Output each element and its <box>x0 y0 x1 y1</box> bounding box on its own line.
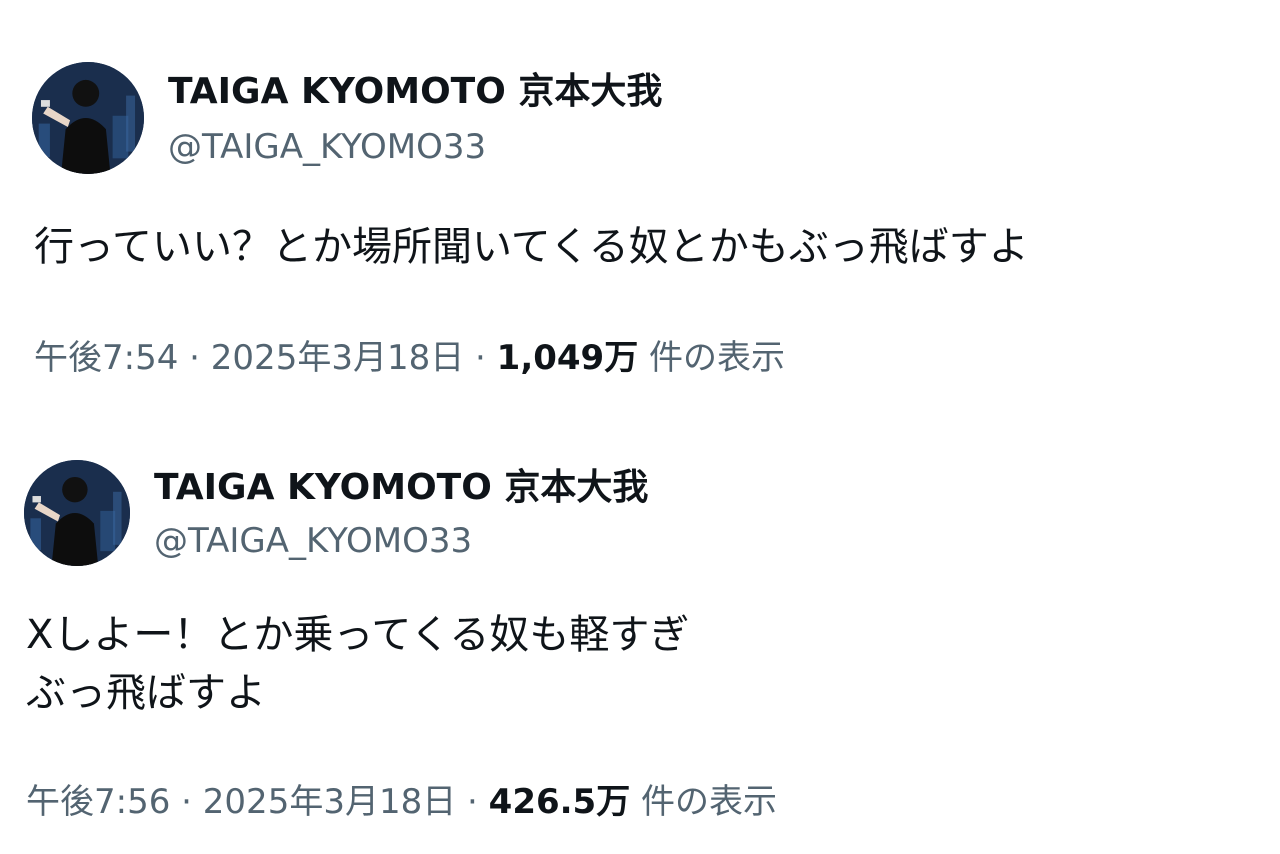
meta-separator: · <box>178 338 211 378</box>
tweet-date[interactable]: 2025年3月18日 <box>211 338 464 378</box>
tweet-text: 行っていい？とか場所聞いてくる奴とかもぶっ飛ばすよ <box>34 218 1029 276</box>
user-handle[interactable]: @TAIGA_KYOMO33 <box>168 126 486 168</box>
views-label: 件の表示 <box>638 338 786 378</box>
meta-separator: · <box>464 338 497 378</box>
tweet-text-line: Xしよー！とか乗ってくる奴も軽すぎ <box>26 612 690 658</box>
display-name[interactable]: TAIGA KYOMOTO 京本大我 <box>168 70 662 114</box>
views-count[interactable]: 1,049万 <box>497 338 639 378</box>
avatar[interactable] <box>24 460 130 566</box>
meta-separator: · <box>170 782 203 822</box>
display-name[interactable]: TAIGA KYOMOTO 京本大我 <box>154 466 648 510</box>
tweet-text: Xしよー！とか乗ってくる奴も軽すぎ ぶっ飛ばすよ <box>26 606 689 722</box>
tweet-meta: 午後7:54 · 2025年3月18日 · 1,049万 件の表示 <box>34 336 785 380</box>
meta-separator: · <box>456 782 489 822</box>
views-count[interactable]: 426.5万 <box>489 782 631 822</box>
avatar[interactable] <box>32 62 144 174</box>
tweet-time[interactable]: 午後7:56 <box>26 782 170 822</box>
views-label: 件の表示 <box>630 782 778 822</box>
tweet-text-line: 行っていい？とか場所聞いてくる奴とかもぶっ飛ばすよ <box>34 224 1029 270</box>
avatar-photo-icon <box>32 62 144 174</box>
avatar-photo-icon <box>24 460 130 566</box>
tweet-2[interactable]: TAIGA KYOMOTO 京本大我 @TAIGA_KYOMO33 Xしよー！と… <box>0 420 1280 854</box>
tweet-1[interactable]: TAIGA KYOMOTO 京本大我 @TAIGA_KYOMO33 行っていい？… <box>0 0 1280 420</box>
user-handle[interactable]: @TAIGA_KYOMO33 <box>154 520 472 562</box>
tweet-time[interactable]: 午後7:54 <box>34 338 178 378</box>
tweet-date[interactable]: 2025年3月18日 <box>203 782 456 822</box>
tweet-meta: 午後7:56 · 2025年3月18日 · 426.5万 件の表示 <box>26 780 777 824</box>
tweet-text-line: ぶっ飛ばすよ <box>26 670 266 716</box>
